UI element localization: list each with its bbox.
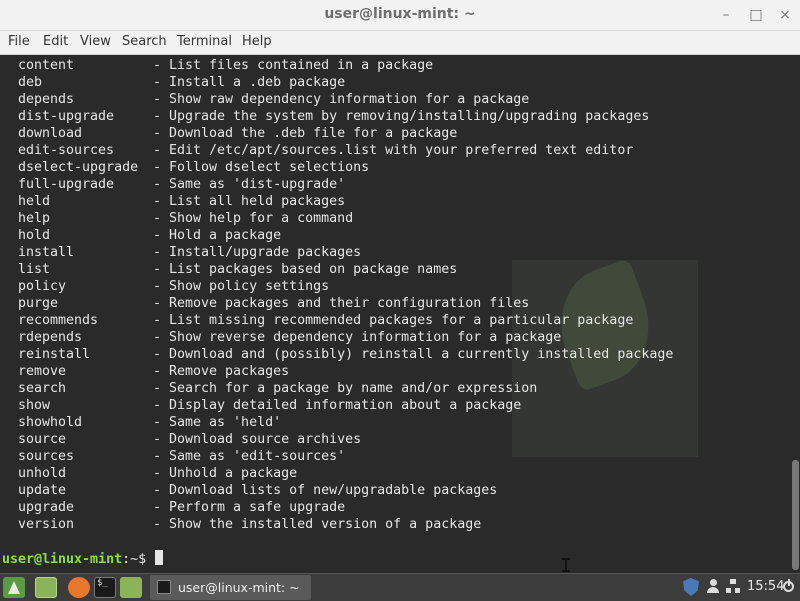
menu-view[interactable]: View — [80, 34, 111, 49]
subcommand-name: showhold — [18, 415, 83, 430]
menu-search[interactable]: Search — [122, 34, 167, 49]
user-icon[interactable] — [707, 579, 719, 593]
subcommand-name: sources — [18, 449, 75, 464]
firefox-icon[interactable] — [68, 577, 90, 598]
shell-prompt[interactable]: user@linux-mint:~$ — [2, 550, 164, 568]
subcommand-description: - Remove packages — [153, 364, 290, 379]
menu-terminal[interactable]: Terminal — [177, 34, 232, 49]
subcommand-name: version — [18, 517, 75, 532]
subcommand-name: update — [18, 483, 67, 498]
subcommand-name: content — [18, 58, 75, 73]
mint-menu-icon[interactable] — [3, 577, 25, 598]
window-title: user@linux-mint: ~ — [324, 6, 476, 22]
subcommand-name: rdepends — [18, 330, 83, 345]
subcommand-description: - Download the .deb file for a package — [153, 126, 458, 141]
clock[interactable]: 15:54 — [747, 579, 784, 594]
terminal-icon[interactable]: $_ — [94, 577, 116, 598]
subcommand-name: held — [18, 194, 51, 209]
subcommand-name: unhold — [18, 466, 67, 481]
subcommand-description: - Same as 'held' — [153, 415, 282, 430]
subcommand-description: - Download source archives — [153, 432, 362, 447]
subcommand-name: search — [18, 381, 67, 396]
subcommand-name: download — [18, 126, 83, 141]
terminal-scrollbar[interactable] — [791, 55, 800, 573]
subcommand-description: - Search for a package by name and/or ex… — [153, 381, 538, 396]
subcommand-description: - Same as 'edit-sources' — [153, 449, 346, 464]
subcommand-description: - Download lists of new/upgradable packa… — [153, 483, 498, 498]
subcommand-description: - Download and (possibly) reinstall a cu… — [153, 347, 674, 362]
subcommand-name: source — [18, 432, 67, 447]
subcommand-description: - List missing recommended packages for … — [153, 313, 634, 328]
subcommand-name: policy — [18, 279, 67, 294]
subcommand-name: install — [18, 245, 75, 260]
subcommand-description: - Show raw dependency information for a … — [153, 92, 530, 107]
text-cursor — [155, 550, 164, 565]
subcommand-description: - List files contained in a package — [153, 58, 434, 73]
subcommand-description: - List packages based on package names — [153, 262, 458, 277]
menu-help[interactable]: Help — [242, 34, 272, 49]
subcommand-name: list — [18, 262, 51, 277]
subcommand-description: - Show help for a command — [153, 211, 354, 226]
taskbar-terminal-window[interactable]: user@linux-mint: ~ — [150, 575, 311, 600]
subcommand-name: remove — [18, 364, 67, 379]
subcommand-name: depends — [18, 92, 75, 107]
terminal-app-icon — [157, 580, 171, 594]
subcommand-name: purge — [18, 296, 59, 311]
subcommand-description: - Show the installed version of a packag… — [153, 517, 482, 532]
subcommand-name: edit-sources — [18, 143, 115, 158]
subcommand-name: help — [18, 211, 51, 226]
subcommand-description: - Same as 'dist-upgrade' — [153, 177, 346, 192]
taskbar: $_ user@linux-mint: ~ 15:54 — [0, 573, 800, 601]
menu-bar: File Edit View Search Terminal Help — [0, 31, 800, 55]
subcommand-name: upgrade — [18, 500, 75, 515]
title-bar[interactable]: user@linux-mint: ~ – □ × — [0, 0, 800, 31]
close-button[interactable]: × — [775, 5, 795, 25]
subcommand-description: - Hold a package — [153, 228, 282, 243]
subcommand-description: - Display detailed information about a p… — [153, 398, 522, 413]
subcommand-name: full-upgrade — [18, 177, 115, 192]
update-shield-icon[interactable] — [683, 578, 699, 596]
prompt-user: user@linux-mint — [2, 552, 123, 567]
minimize-button[interactable]: – — [716, 5, 736, 25]
subcommand-name: show — [18, 398, 51, 413]
subcommand-name: dist-upgrade — [18, 109, 115, 124]
subcommand-description: - Show reverse dependency information fo… — [153, 330, 562, 345]
files-icon[interactable] — [120, 577, 142, 598]
subcommand-name: recommends — [18, 313, 99, 328]
menu-file[interactable]: File — [8, 34, 30, 49]
subcommand-name: deb — [18, 75, 43, 90]
subcommand-description: - Unhold a package — [153, 466, 298, 481]
subcommand-description: - List all held packages — [153, 194, 346, 209]
subcommand-name: reinstall — [18, 347, 91, 362]
subcommand-description: - Install/upgrade packages — [153, 245, 362, 260]
subcommand-description: - Follow dselect selections — [153, 160, 370, 175]
subcommand-description: - Install a .deb package — [153, 75, 346, 90]
terminal-output[interactable]: content - List files contained in a packa… — [0, 55, 791, 573]
subcommand-description: - Remove packages and their configuratio… — [153, 296, 530, 311]
subcommand-name: hold — [18, 228, 51, 243]
power-icon[interactable] — [783, 579, 794, 592]
show-desktop-icon[interactable] — [35, 577, 57, 598]
subcommand-description: - Edit /etc/apt/sources.list with your p… — [153, 143, 634, 158]
scrollbar-thumb[interactable] — [792, 460, 799, 570]
menu-edit[interactable]: Edit — [43, 34, 68, 49]
network-icon[interactable] — [726, 579, 740, 593]
mouse-ibeam-cursor — [562, 558, 570, 572]
prompt-path: :~$ — [122, 552, 155, 567]
subcommand-description: - Upgrade the system by removing/install… — [153, 109, 650, 124]
subcommand-name: dselect-upgrade — [18, 160, 139, 175]
maximize-button[interactable]: □ — [746, 5, 766, 25]
subcommand-description: - Perform a safe upgrade — [153, 500, 346, 515]
subcommand-description: - Show policy settings — [153, 279, 330, 294]
taskbar-task-label: user@linux-mint: ~ — [178, 580, 300, 595]
